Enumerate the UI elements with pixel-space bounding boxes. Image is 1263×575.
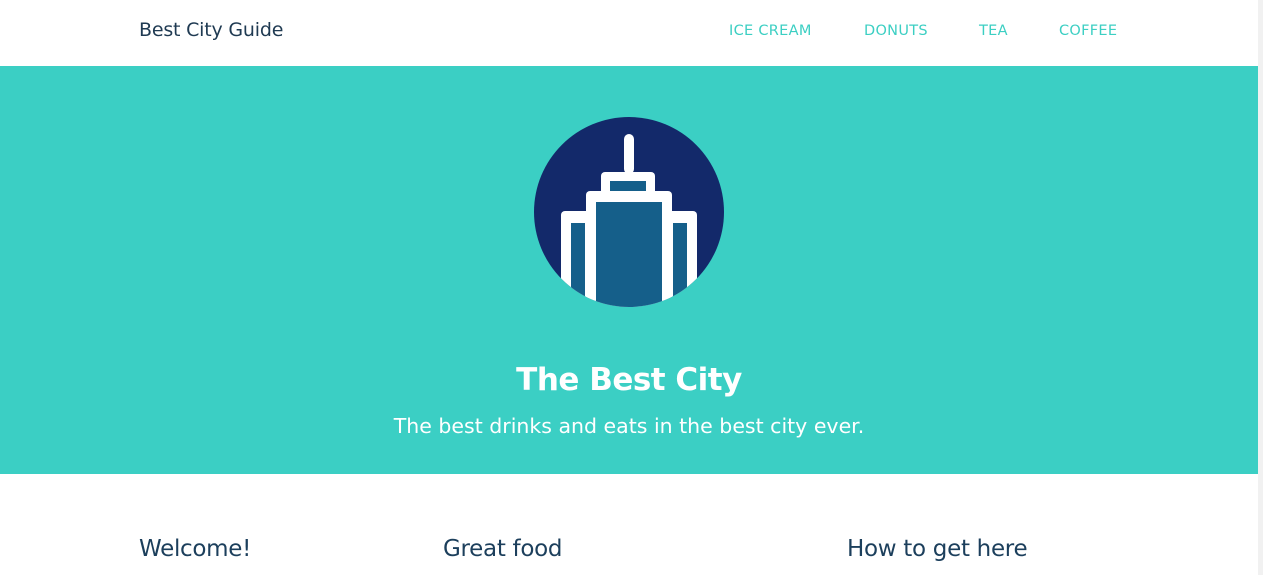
nav-link-donuts[interactable]: DONUTS xyxy=(864,23,928,39)
nav-links: ICE CREAM DONUTS TEA COFFEE xyxy=(0,23,1258,43)
section-heading-welcome: Welcome! xyxy=(139,536,252,562)
hero-section: The Best City The best drinks and eats i… xyxy=(0,66,1258,474)
city-building-icon xyxy=(534,117,724,307)
navbar: Best City Guide ICE CREAM DONUTS TEA COF… xyxy=(0,0,1258,66)
section-heading-great-food: Great food xyxy=(443,536,563,562)
section-heading-how-to-get-here: How to get here xyxy=(847,536,1028,562)
hero-subtitle: The best drinks and eats in the best cit… xyxy=(393,413,865,438)
hero-title: The Best City xyxy=(516,361,742,398)
nav-link-tea[interactable]: TEA xyxy=(979,23,1008,39)
vertical-scrollbar[interactable] xyxy=(1258,0,1263,575)
nav-link-coffee[interactable]: COFFEE xyxy=(1059,23,1117,39)
page: Best City Guide ICE CREAM DONUTS TEA COF… xyxy=(0,0,1263,575)
nav-link-ice-cream[interactable]: ICE CREAM xyxy=(729,23,812,39)
